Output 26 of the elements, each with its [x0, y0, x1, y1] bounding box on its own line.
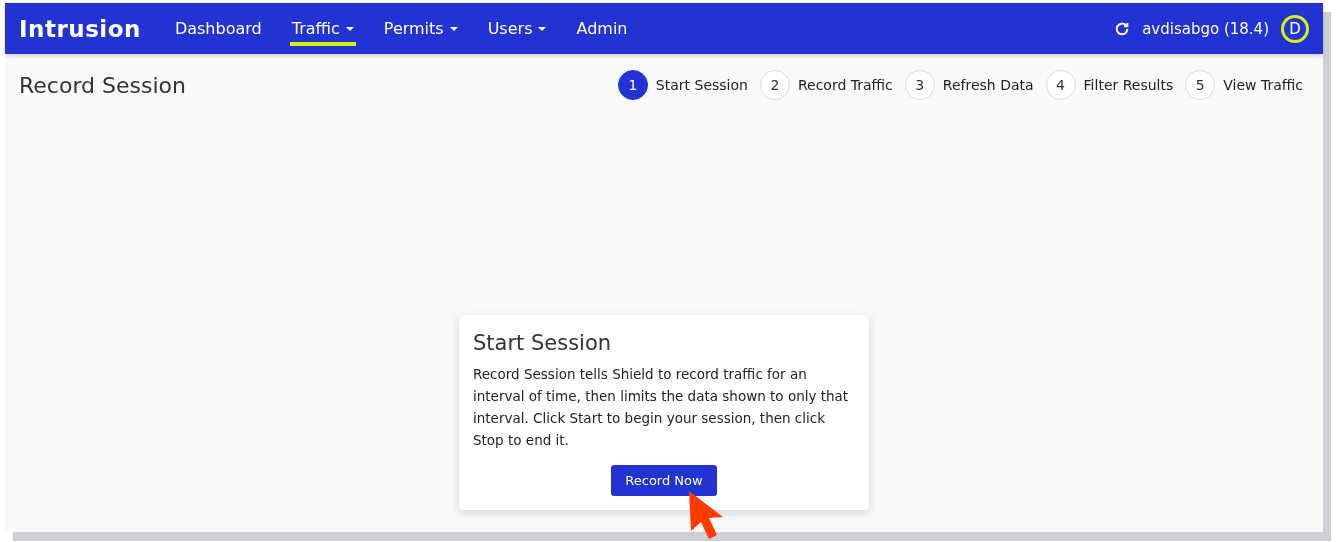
- nav-link[interactable]: Traffic: [289, 15, 356, 46]
- step-label[interactable]: Record Traffic: [797, 77, 893, 93]
- step-number[interactable]: 1: [617, 70, 648, 100]
- step-number[interactable]: 2: [759, 70, 790, 100]
- nav-link[interactable]: Users: [485, 15, 549, 46]
- user-avatar[interactable]: D: [1281, 14, 1309, 43]
- nav-link[interactable]: Dashboard: [172, 15, 264, 46]
- nav-link[interactable]: Permits: [381, 15, 460, 46]
- step-number[interactable]: 5: [1185, 70, 1216, 100]
- refresh-icon[interactable]: [1114, 20, 1131, 37]
- caret-icon: [345, 26, 354, 31]
- step-label[interactable]: Filter Results: [1083, 77, 1174, 93]
- step-label[interactable]: Refresh Data: [942, 77, 1034, 93]
- card-title: Start Session: [473, 331, 613, 355]
- record-now-button[interactable]: Record Now: [611, 465, 717, 496]
- nav-link[interactable]: Admin: [574, 15, 630, 46]
- step-label[interactable]: View Traffic: [1223, 77, 1303, 93]
- caret-icon: [449, 26, 458, 31]
- card-text: Record Session tells Shield to record traffic for an interval of time, then limits the data shown to only that interval. Click Start to begin your session, then click Stop to end it.: [473, 365, 850, 450]
- page-title: Record Session: [19, 72, 186, 98]
- step-label[interactable]: Start Session: [655, 77, 748, 93]
- step-number[interactable]: 4: [1045, 70, 1076, 100]
- user-name[interactable]: avdisabgo (18.4): [1142, 19, 1269, 38]
- logo[interactable]: Intrusion: [19, 15, 141, 42]
- step-number[interactable]: 3: [904, 70, 935, 100]
- caret-icon: [538, 26, 547, 31]
